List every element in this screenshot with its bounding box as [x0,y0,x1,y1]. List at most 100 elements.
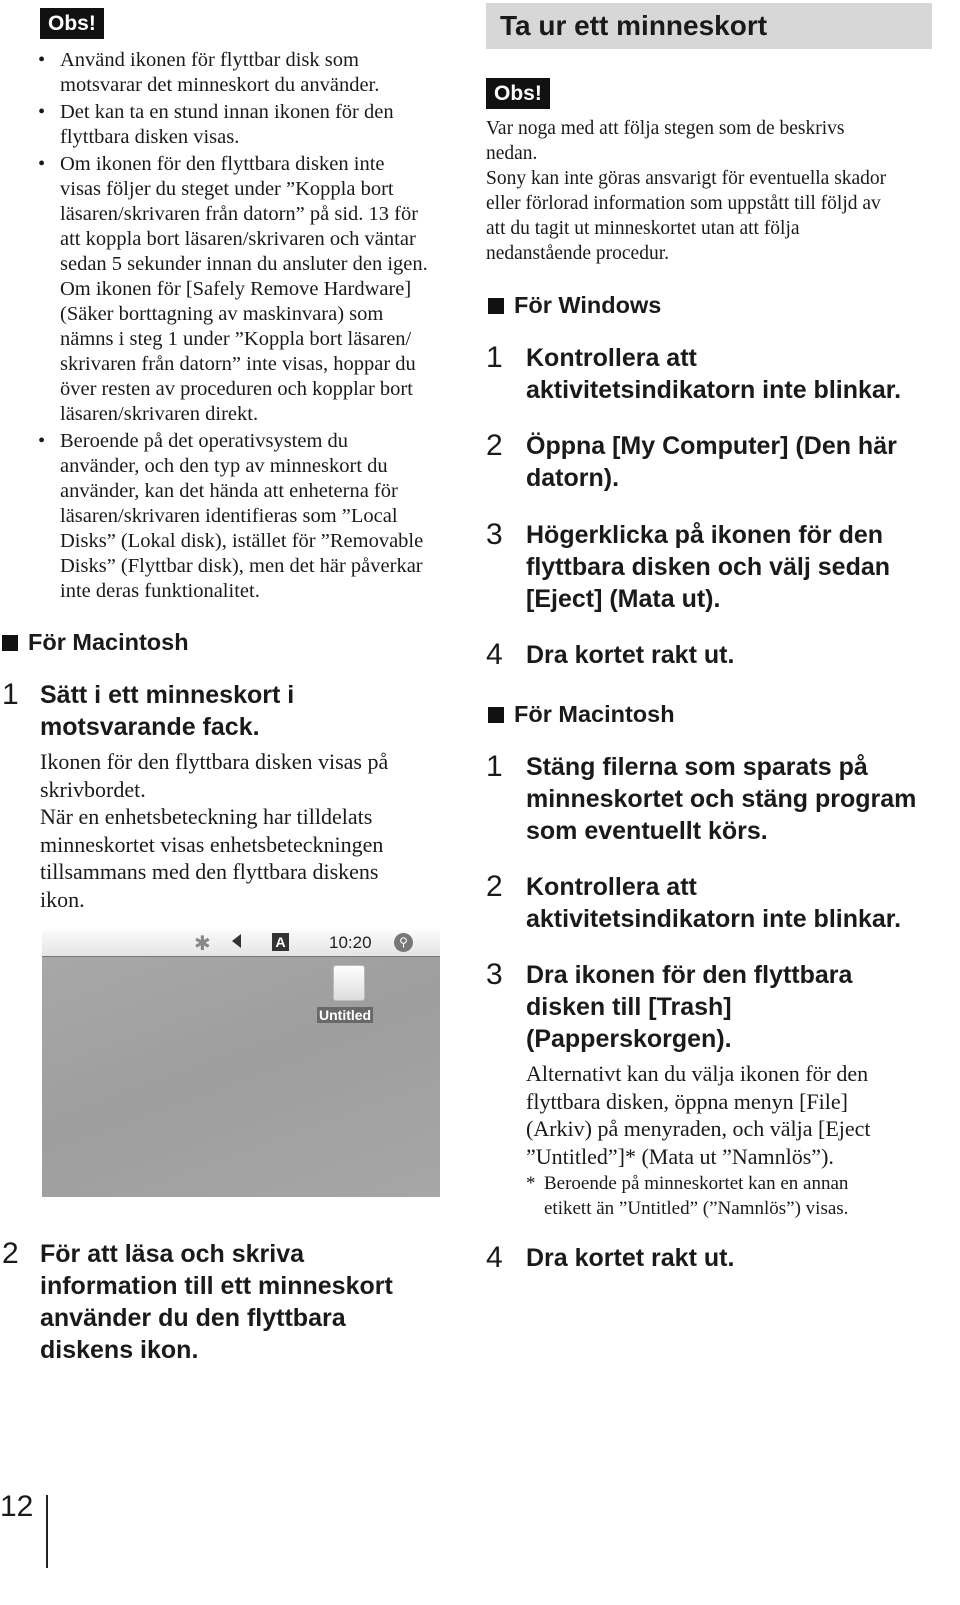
section-heading-windows: För Windows [488,290,661,320]
text-line: flyttbara disken och välj sedan [526,553,891,581]
bullet-item: • Beroende på det operativsystem du använd… [38,429,460,604]
section-heading-mac: För Macintosh [2,627,189,657]
bluetooth-icon: ✱ [194,933,211,955]
windows-step-3: 3 Högerklicka på ikonen för den flyttbara … [486,519,891,615]
step-number: 3 [486,958,503,991]
menu-bar: ✱ A 10:20 ⚲ [42,930,440,957]
bullet-item: • Använd ikonen för flyttbar disk som mots… [38,48,460,98]
disk-label[interactable]: Untitled [317,1007,374,1023]
step-number: 1 [486,341,503,374]
text-line: flyttbara disken visas. [60,126,240,148]
text-line: Om ikonen för [Safely Remove Hardware] [60,278,412,300]
text-line: Öppna [My Computer] (Den här [526,432,897,460]
text-line: ikon. [40,886,85,912]
text-line: Beroende på det operativsystem du [60,430,349,452]
windows-step-4: 4 Dra kortet rakt ut. [486,639,735,671]
step-1-body: Ikonen för den flyttbara disken visas på… [40,748,388,914]
text-line: Stäng filerna som sparats på [526,753,868,781]
text-line: skrivaren från datorn” inte visas, hoppa… [60,353,416,375]
bullet-item: • Om ikonen för den flyttbara disken inte… [38,152,460,427]
square-bullet-icon [2,635,18,651]
text-line: Beroende på minneskortet kan en annan [544,1173,849,1194]
bullet-icon: • [38,153,46,175]
text-line: Kontrollera att [526,344,697,372]
text-line: över resten av proceduren och kopplar bo… [60,378,413,400]
step-number: 2 [486,429,503,462]
footnote: Beroende på minneskortet kan en annan eti… [544,1171,848,1221]
footnote-mark: * [526,1173,536,1194]
page-number: 12 [0,1490,34,1523]
text-line: skrivbordet. [40,776,146,802]
step-number: 4 [486,638,503,671]
step-2: 2 För att läsa och skriva information til… [2,1238,393,1366]
step-number: 2 [2,1237,19,1270]
text-line: Använd ikonen för flyttbar disk som [60,49,359,71]
step-number: 4 [486,1241,503,1274]
text-line: nämns i steg 1 under ”Koppla bort läsare… [60,328,412,350]
text-line: använder, och den typ av minneskort du [60,455,388,477]
text-line: Dra kortet rakt ut. [526,641,735,669]
notes-list: • Använd ikonen för flyttbar disk som mots… [38,48,460,604]
text-line: (Papperskorgen). [526,1025,732,1053]
text-line: som eventuellt körs. [526,817,768,845]
text-line: disken till [Trash] [526,993,732,1021]
bullet-icon: • [38,49,46,71]
text-line: visas följer du steget under ”Koppla bor… [60,178,394,200]
text-line: Det kan ta en stund innan ikonen för den [60,101,394,123]
section-heading-mac-eject: För Macintosh [488,699,675,729]
text-line: läsaren/skrivaren identifieras som ”Loca… [60,505,398,527]
text-line: läsaren/skrivaren från datorn” på sid. 1… [60,203,419,225]
text-line: Ikonen för den flyttbara disken visas på [40,749,389,774]
text-line: eller förlorad information som uppstått … [486,193,881,214]
obs-label: Obs! [40,8,104,39]
mac-step-4: 4 Dra kortet rakt ut. [486,1242,734,1274]
text-line: information till ett minneskort [40,1272,393,1300]
text-line: motsvarar det minneskort du använder. [60,74,380,96]
square-bullet-icon [488,707,504,723]
page-title: Ta ur ett minneskort [486,3,932,49]
text-line: tillsammans med den flyttbara diskens [40,859,379,885]
windows-step-1: 1 Kontrollera att aktivitetsindikatorn int… [486,342,902,406]
mac-desktop-screenshot: ✱ A 10:20 ⚲ Untitled [42,930,440,1197]
text-line: att du tagit ut minneskortet utan att fö… [486,218,800,239]
bullet-icon: • [38,430,46,452]
text-line: När en enhetsbeteckning har tilldelats [40,804,373,830]
mac-step-3: 3 Dra ikonen för den flyttbara disken till… [486,959,853,1055]
clock: 10:20 [329,933,372,952]
text-line: använder, kan det hända att enheterna fö… [60,480,398,502]
step-number: 1 [2,678,19,711]
windows-step-2: 2 Öppna [My Computer] (Den här datorn). [486,430,897,494]
step-1: 1 Sätt i ett minneskort i motsvarande fac… [2,679,294,743]
text-line: Om ikonen för den flyttbara disken inte [60,153,385,175]
spotlight-icon: ⚲ [394,933,413,952]
step-number: 2 [486,870,503,903]
text-line: (Säker borttagning av maskinvara) som [60,303,384,325]
text-line: använder du den flyttbara [40,1304,346,1332]
text-line: aktivitetsindikatorn inte blinkar. [526,376,902,404]
text-line: Sony kan inte göras ansvarigt för eventu… [486,168,887,189]
input-menu-icon: A [272,933,289,951]
mac-step-3-body: Alternativt kan du välja ikonen för den f… [526,1060,871,1170]
text-line: läsaren/skrivaren direkt. [60,403,259,425]
mac-step-1: 1 Stäng filerna som sparats på minneskorte… [486,751,916,847]
text-line: flyttbara disken, öppna menyn [File] [526,1088,848,1114]
text-line: För att läsa och skriva [40,1240,305,1268]
removable-disk-icon[interactable] [333,965,365,1001]
text-line: minneskortet visas enhetsbeteckningen [40,831,384,857]
text-line: Var noga med att följa stegen som de bes… [486,118,845,139]
text-line: Disks” (Flyttbar disk), men det här påve… [60,555,423,577]
text-line: Disks” (Lokal disk), istället för ”Remov… [60,530,424,552]
text-line: diskens ikon. [40,1336,199,1364]
step-number: 1 [486,750,503,783]
text-line: Dra ikonen för den flyttbara [526,961,853,989]
step-number: 3 [486,518,503,551]
text-line: aktivitetsindikatorn inte blinkar. [526,905,902,933]
mac-step-2: 2 Kontrollera att aktivitetsindikatorn int… [486,871,902,935]
text-line: nedan. [486,143,538,164]
divider [46,1495,48,1568]
text-line: Högerklicka på ikonen för den [526,521,884,549]
bullet-icon: • [38,101,46,123]
volume-icon [232,934,241,948]
text-line: Alternativt kan du välja ikonen för den [526,1061,869,1086]
text-line: inte deras funktionalitet. [60,580,260,602]
